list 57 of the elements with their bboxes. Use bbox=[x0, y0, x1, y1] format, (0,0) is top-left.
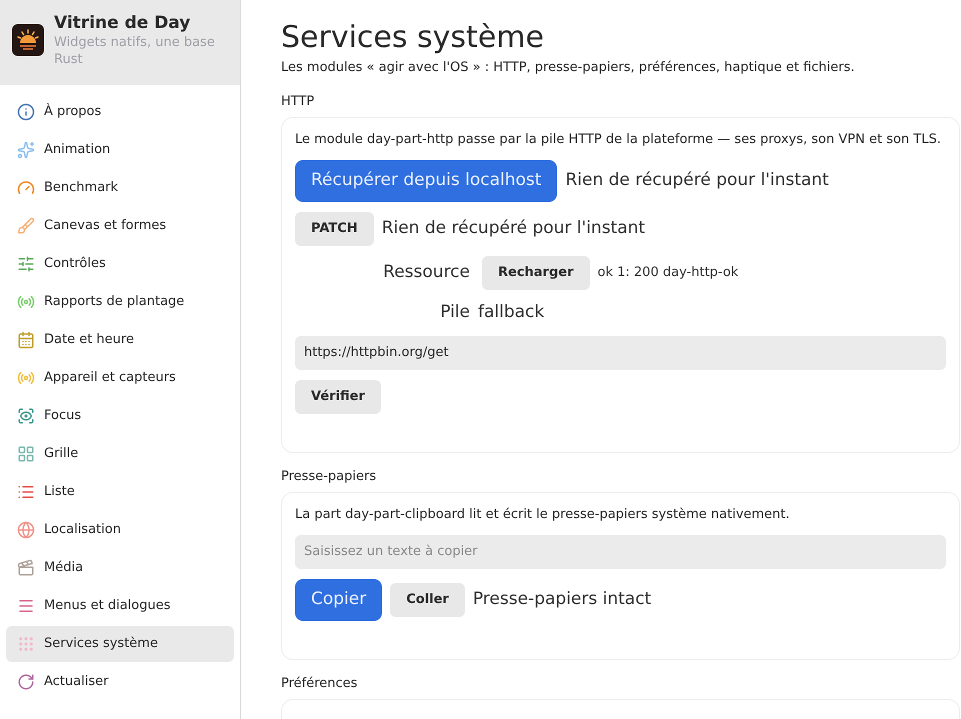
sunset-logo-icon bbox=[12, 24, 44, 56]
sidebar-item[interactable]: Rapports de plantage bbox=[6, 284, 234, 320]
sidebar-item[interactable]: Média bbox=[6, 550, 234, 586]
row-label: Ressource bbox=[382, 261, 470, 284]
focus-icon bbox=[17, 407, 35, 425]
sidebar-item[interactable]: Menus et dialogues bbox=[6, 588, 234, 624]
result-text: ok 1: 200 day-http-ok bbox=[598, 264, 738, 282]
primary-button[interactable]: Copier bbox=[295, 578, 382, 620]
section-heading: HTTP bbox=[281, 93, 316, 111]
sidebar-item[interactable]: Animation bbox=[6, 132, 234, 168]
refresh-icon bbox=[17, 673, 35, 691]
sidebar-item[interactable]: Contrôles bbox=[6, 246, 234, 282]
section-heading: Presse-papiers bbox=[281, 468, 378, 486]
clapperboard-icon bbox=[17, 559, 35, 577]
row-label: Pile bbox=[439, 301, 470, 324]
globe-icon bbox=[17, 521, 35, 539]
secondary-button[interactable]: Vérifier bbox=[295, 380, 381, 414]
brush-icon bbox=[17, 217, 35, 235]
status-text: Rien de récupéré pour l'instant bbox=[565, 169, 829, 192]
info-icon bbox=[17, 103, 35, 121]
page-title: Services système bbox=[281, 19, 545, 57]
app-subtitle: Widgets natifs, une base Rust bbox=[54, 34, 216, 68]
primary-button[interactable]: Récupérer depuis localhost bbox=[295, 160, 558, 202]
calendar-icon bbox=[17, 331, 35, 349]
secondary-button[interactable]: Coller bbox=[390, 582, 465, 616]
sliders-icon bbox=[17, 255, 35, 273]
status-text: Rien de récupéré pour l'instant bbox=[382, 217, 646, 240]
menu-icon bbox=[17, 597, 35, 615]
sidebar-item[interactable]: Services système bbox=[6, 626, 234, 662]
sidebar-item[interactable]: Localisation bbox=[6, 512, 234, 548]
input-field[interactable]: Saisissez un texte à copier bbox=[295, 534, 946, 568]
page-subtitle: Les modules « agir avec l'OS » : HTTP, presse-papiers, préférences, haptique et fichiers. bbox=[281, 59, 856, 77]
sidebar-item[interactable]: Focus bbox=[6, 398, 234, 434]
description-text: La part day-part-clipboard lit et écrit le presse-papiers système nativement. bbox=[295, 506, 791, 524]
broadcast-icon bbox=[17, 369, 35, 387]
input-field[interactable]: https://httpbin.org/get bbox=[295, 336, 946, 370]
sidebar-item[interactable]: Canevas et formes bbox=[6, 208, 234, 244]
secondary-button[interactable]: PATCH bbox=[295, 212, 374, 246]
section-heading: Préférences bbox=[281, 674, 358, 692]
grid-icon bbox=[17, 445, 35, 463]
gauge-icon bbox=[17, 179, 35, 197]
sidebar-item[interactable]: Appareil et capteurs bbox=[6, 360, 234, 396]
description-text: Le module day-part-http passe par la pile HTTP de la plateforme — ses proxys, son VPN et son TLS. bbox=[295, 131, 942, 149]
sidebar-item[interactable]: À propos bbox=[6, 94, 234, 130]
sidebar-item[interactable]: Liste bbox=[6, 474, 234, 510]
secondary-button[interactable]: Recharger bbox=[482, 256, 590, 290]
sparkles-icon bbox=[17, 141, 35, 159]
app-title: Vitrine de Day bbox=[54, 12, 192, 34]
sidebar-item[interactable]: Grille bbox=[6, 436, 234, 472]
dots-grid-icon bbox=[17, 635, 35, 653]
list-icon bbox=[17, 483, 35, 501]
status-text: Presse-papiers intact bbox=[472, 588, 652, 611]
sidebar-item[interactable]: Actualiser bbox=[6, 664, 234, 700]
sidebar-item[interactable]: Benchmark bbox=[6, 170, 234, 206]
row-value: fallback bbox=[478, 301, 544, 324]
sidebar-item[interactable]: Date et heure bbox=[6, 322, 234, 358]
broadcast-icon bbox=[17, 293, 35, 311]
